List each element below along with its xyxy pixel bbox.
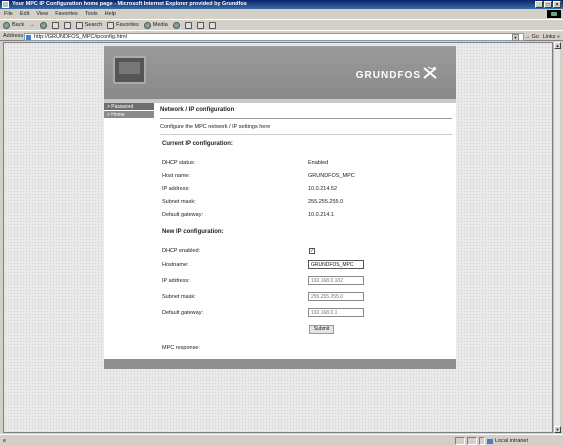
refresh-button[interactable]: [51, 21, 59, 29]
current-ip-label: IP address:: [162, 186, 190, 192]
mail-button[interactable]: [184, 21, 192, 29]
security-zone-label: Local intranet: [495, 438, 529, 444]
description-divider: [160, 134, 452, 135]
search-button[interactable]: Search: [75, 21, 102, 29]
home-button[interactable]: [63, 21, 71, 29]
window-titlebar: Your MPC IP Configuration home page - Mi…: [0, 0, 563, 9]
address-dropdown-button[interactable]: ▼: [512, 34, 519, 41]
scroll-up-arrow-icon[interactable]: ▲: [554, 42, 561, 49]
current-hostname-value: GRUNDFOS_MPC: [308, 173, 355, 179]
media-icon: [143, 21, 151, 29]
current-gateway-label: Default gateway:: [162, 212, 203, 218]
menu-view[interactable]: View: [36, 11, 48, 17]
status-page-icon: e: [3, 438, 7, 444]
ip-address-label: IP address:: [162, 278, 190, 284]
controller-device-image: [113, 56, 146, 84]
ie-app-icon: [2, 1, 9, 8]
subnet-mask-label: Subnet mask:: [162, 294, 196, 300]
page-footer-bar: [104, 359, 456, 369]
edit-button[interactable]: [208, 21, 216, 29]
edit-icon: [208, 21, 216, 29]
address-bar: Address http://GRUNDFOS_MPC/ipconfig.htm…: [0, 30, 563, 41]
current-dhcp-label: DHCP status:: [162, 160, 196, 166]
current-subnet-label: Subnet mask:: [162, 199, 196, 205]
status-segment-3: [479, 437, 485, 445]
forward-button[interactable]: →: [29, 22, 35, 28]
sidebar-item-password[interactable]: > Password: [104, 103, 154, 111]
address-url: http://GRUNDFOS_MPC/ipconfig.html: [34, 34, 127, 40]
current-gateway-value: 10.0.214.1: [308, 212, 334, 218]
default-gateway-input[interactable]: [308, 308, 364, 317]
go-button[interactable]: → Go: [525, 33, 539, 41]
status-segment-2: [467, 437, 477, 445]
menu-bar: File Edit View Favorites Tools Help: [0, 9, 563, 19]
vertical-scrollbar[interactable]: ▲ ▼: [553, 42, 561, 433]
new-config-heading: New IP configuration:: [162, 229, 224, 235]
config-page-panel: GRUNDFOS > Password > Home Network / IP …: [104, 46, 456, 369]
history-icon: [172, 21, 180, 29]
mpc-response-label: MPC response:: [162, 345, 200, 351]
address-input[interactable]: http://GRUNDFOS_MPC/ipconfig.html: [24, 33, 524, 41]
hostname-input[interactable]: [308, 260, 364, 269]
ip-address-input[interactable]: [308, 276, 364, 285]
windows-logo-icon: [547, 10, 561, 18]
page-description: Configure the MPC network / IP settings …: [160, 124, 271, 130]
refresh-icon: [51, 21, 59, 29]
home-icon: [63, 21, 71, 29]
current-dhcp-value: Enabled: [308, 160, 329, 166]
dhcp-enabled-label: DHCP enabled:: [162, 248, 201, 254]
brand-mark-icon: [423, 66, 437, 79]
scroll-down-arrow-icon[interactable]: ▼: [554, 426, 561, 433]
intranet-globe-icon: [487, 438, 493, 444]
stop-icon: [39, 21, 47, 29]
search-icon: [75, 21, 83, 29]
star-icon: [107, 21, 115, 29]
banner-divider: [104, 99, 456, 103]
stop-button[interactable]: [39, 21, 47, 29]
back-button[interactable]: Back: [3, 21, 24, 29]
menu-favorites[interactable]: Favorites: [55, 11, 78, 17]
default-gateway-label: Default gateway:: [162, 310, 203, 316]
links-button[interactable]: Links »: [543, 33, 560, 41]
submit-button[interactable]: Submit: [309, 325, 334, 334]
favorites-button[interactable]: Favorites: [107, 21, 139, 29]
page-banner: GRUNDFOS: [104, 46, 456, 99]
mail-icon: [184, 21, 192, 29]
menu-file[interactable]: File: [4, 11, 13, 17]
security-zone: Local intranet: [487, 438, 528, 444]
current-ip-value: 10.0.214.52: [308, 186, 338, 192]
page-title: Network / IP configuration: [160, 107, 235, 113]
page-icon: [26, 35, 31, 40]
history-button[interactable]: [172, 21, 180, 29]
status-bar: e Local intranet: [0, 434, 563, 446]
address-label: Address: [3, 32, 24, 39]
back-arrow-icon: [3, 21, 10, 29]
dhcp-enabled-checkbox[interactable]: ✓: [309, 248, 315, 254]
menu-help[interactable]: Help: [105, 11, 116, 17]
window-title: Your MPC IP Configuration home page - Mi…: [12, 1, 247, 7]
sidebar-nav: > Password > Home: [104, 103, 154, 359]
subnet-mask-input[interactable]: [308, 292, 364, 301]
brand-logo-text: GRUNDFOS: [355, 70, 421, 81]
title-divider: [160, 118, 452, 119]
menu-tools[interactable]: Tools: [85, 11, 98, 17]
minimize-button[interactable]: _: [535, 1, 543, 8]
current-hostname-label: Host name:: [162, 173, 191, 179]
status-segment-1: [455, 437, 465, 445]
current-config-heading: Current IP configuration:: [162, 141, 233, 147]
media-button[interactable]: Media: [143, 21, 168, 29]
window-controls: _ □ ×: [535, 1, 561, 8]
maximize-button[interactable]: □: [544, 1, 552, 8]
printer-icon: [196, 21, 204, 29]
current-subnet-value: 255.255.255.0: [308, 199, 344, 205]
browser-toolbar: Back → Search Favorites Media: [0, 19, 563, 30]
sidebar-item-home[interactable]: > Home: [104, 111, 154, 119]
hostname-label: Hostname:: [162, 262, 189, 268]
menu-edit[interactable]: Edit: [20, 11, 29, 17]
close-button[interactable]: ×: [553, 1, 561, 8]
print-button[interactable]: [196, 21, 204, 29]
